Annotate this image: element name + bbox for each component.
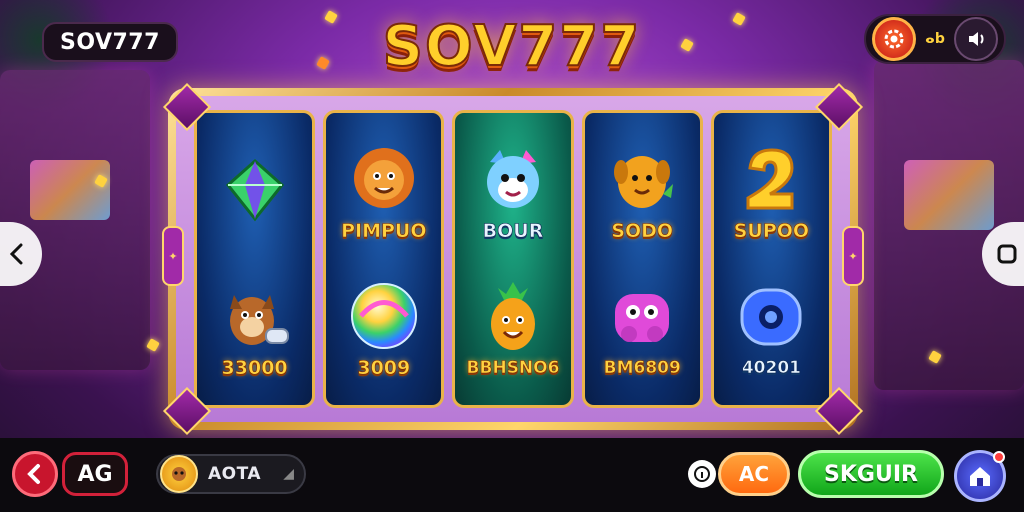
reel-2: PIMPUO 3009 — [323, 110, 445, 408]
speaker-icon — [969, 32, 984, 46]
pineapple-icon — [476, 280, 550, 354]
home-button[interactable] — [954, 450, 1006, 502]
reel-area: ✦ ✦ 33000 PIMPUO 3009 BOUR BBHSNO6 SODO … — [162, 82, 864, 436]
ag-button[interactable]: AG — [62, 452, 128, 496]
reel-cell — [201, 123, 308, 260]
chevron-right-icon: ◢ — [283, 466, 294, 482]
reel-cell-label: BOUR — [482, 219, 544, 242]
settings-button[interactable] — [872, 17, 916, 61]
chevron-left-icon — [9, 243, 23, 265]
toggle-label[interactable]: ⴰb — [924, 31, 946, 47]
reel-cell-label: 33000 — [221, 356, 288, 379]
balance-label: AOTA — [208, 464, 262, 484]
reel-3: BOUR BBHSNO6 — [452, 110, 574, 408]
spin-button[interactable]: SKGUIR — [798, 450, 944, 498]
dog-icon — [605, 142, 679, 216]
reel-cell-label: PIMPUO — [341, 219, 427, 242]
reel-cell: BOUR — [459, 123, 566, 260]
back-button[interactable] — [12, 451, 58, 497]
reel-cell-label: 40201 — [741, 357, 802, 378]
home-icon — [970, 467, 990, 486]
reel-cell: PIMPUO — [330, 123, 437, 260]
number-two-icon — [734, 142, 808, 216]
swirl-orb-icon — [347, 279, 421, 353]
gem-icon — [218, 153, 292, 227]
balance-selector[interactable]: AOTA ◢ — [156, 454, 306, 494]
info-icon — [694, 466, 710, 482]
squirrel-icon — [218, 279, 292, 353]
notification-dot — [993, 451, 1005, 463]
cat-icon — [476, 142, 550, 216]
slot-machine-frame: ✦ ✦ 33000 PIMPUO 3009 BOUR BBHSNO6 SODO … — [162, 82, 864, 436]
reel-cell-label: BM6809 — [603, 357, 681, 378]
reel-cell: BM6809 — [589, 260, 696, 397]
sound-button[interactable] — [954, 17, 998, 61]
pink-monster-icon — [605, 280, 679, 354]
reel-cell: SODO — [589, 123, 696, 260]
reel-1: 33000 — [194, 110, 316, 408]
side-tab-right: ✦ — [842, 226, 864, 286]
side-tab-left: ✦ — [162, 226, 184, 286]
reel-cell-label: SODO — [611, 219, 674, 242]
info-button[interactable] — [688, 460, 716, 488]
gear-icon — [884, 29, 904, 49]
arcade-machine-left — [0, 70, 150, 370]
top-right-controls: ⴰb — [864, 14, 1006, 64]
reel-cell: 33000 — [201, 260, 308, 397]
reel-4: SODO BM6809 — [581, 110, 703, 408]
arcade-screen-left — [30, 160, 110, 220]
square-icon — [997, 244, 1017, 264]
reel-cell: BBHSNO6 — [459, 260, 566, 397]
reel-5: SUPOO 40201 — [710, 110, 833, 408]
reel-cell: 40201 — [718, 260, 825, 397]
reel-cell-label: 3009 — [357, 356, 411, 379]
lion-icon — [347, 142, 421, 216]
reel-cell-label: SUPOO — [733, 219, 810, 242]
back-arrow-icon — [27, 464, 40, 484]
reel-cell: SUPOO — [718, 123, 825, 260]
coin-avatar-icon — [160, 455, 198, 493]
reel-cell: 3009 — [330, 260, 437, 397]
arcade-screen-right — [904, 160, 994, 230]
bottom-bar: AG AOTA ◢ AC SKGUIR — [0, 438, 1024, 512]
ac-button[interactable]: AC — [718, 452, 790, 496]
blue-ring-icon — [734, 280, 808, 354]
reel-cell-label: BBHSNO6 — [466, 357, 560, 378]
